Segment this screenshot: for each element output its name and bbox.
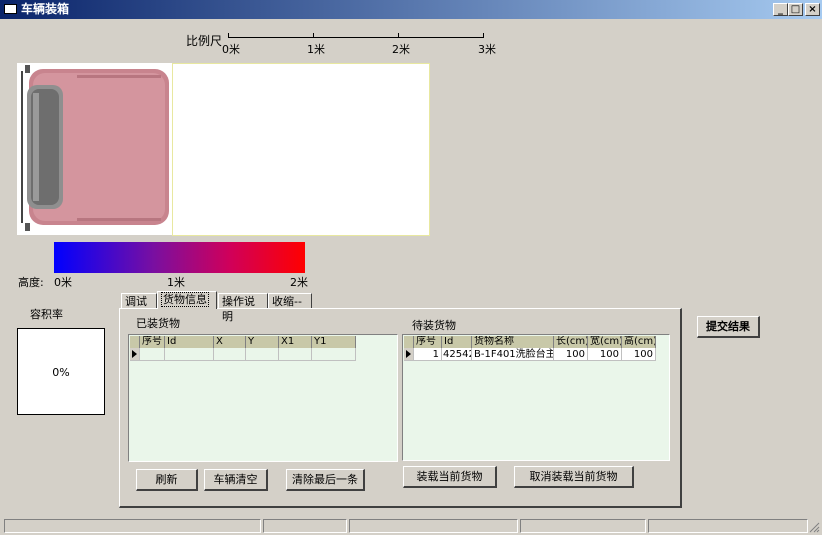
table-cell-width[interactable]: 100 [588,348,622,361]
table-cell[interactable] [279,348,312,361]
table-cell-length[interactable]: 100 [554,348,588,361]
maximize-button[interactable]: □ [788,3,803,16]
cargo-area[interactable] [172,63,430,236]
table-cell-id[interactable]: 42542 [442,348,472,361]
volume-rate-box: 0% [17,328,105,415]
row-header-corner [130,336,140,348]
column-header[interactable]: 货物名称 [472,336,554,348]
column-header[interactable]: Id [442,336,472,348]
loaded-cargo-title: 已装货物 [136,317,180,330]
table-cell[interactable] [246,348,279,361]
load-current-button[interactable]: 装载当前货物 [403,466,497,488]
column-header[interactable]: Y [246,336,279,348]
close-button[interactable]: × [805,3,820,16]
tab-cargo-info-label: 货物信息 [161,292,209,307]
column-header[interactable]: Id [165,336,214,348]
height-label: 高度: [18,276,44,289]
column-header[interactable]: 高(cm) [622,336,656,348]
clear-vehicle-button[interactable]: 车辆清空 [204,469,268,491]
pending-cargo-grid[interactable]: 序号 Id 货物名称 长(cm) 宽(cm) 高(cm) 1 42542 B-1… [402,334,670,461]
table-cell[interactable] [165,348,214,361]
volume-rate-value: 0% [52,366,70,379]
pending-grid-header: 序号 Id 货物名称 长(cm) 宽(cm) 高(cm) [404,336,656,348]
table-cell[interactable] [214,348,246,361]
pending-cargo-title: 待装货物 [412,319,456,332]
loaded-grid-header: 序号 Id X Y X1 Y1 [130,336,356,348]
cancel-load-button[interactable]: 取消装载当前货物 [514,466,634,488]
scale-tick [398,33,399,38]
column-header[interactable]: X [214,336,246,348]
submit-button[interactable]: 提交结果 [697,316,760,338]
loaded-cargo-grid[interactable]: 序号 Id X Y X1 Y1 [128,334,398,462]
height-tick-label: 2米 [290,276,308,289]
refresh-button[interactable]: 刷新 [136,469,198,491]
status-pane [4,519,261,533]
column-header[interactable]: 序号 [140,336,165,348]
table-cell[interactable] [140,348,165,361]
table-row[interactable]: 1 42542 B-1F401洗脸台主体 100 100 100 [404,348,656,361]
minimize-button[interactable]: _ [773,3,788,16]
table-row[interactable] [130,348,356,361]
truck-cab-image [21,65,169,231]
scale-tick [228,33,229,38]
status-pane [520,519,646,533]
column-header[interactable]: X1 [279,336,312,348]
scale-tick-label: 1米 [307,43,325,56]
volume-rate-label: 容积率 [30,308,63,321]
status-pane [263,519,347,533]
row-pointer-icon [404,348,414,361]
row-pointer-icon [130,348,140,361]
table-cell-height[interactable]: 100 [622,348,656,361]
tab-collapse[interactable]: 收缩-- [268,293,312,308]
scale-tick [483,33,484,38]
scale-tick-label: 3米 [478,43,496,56]
scale-tick [313,33,314,38]
scale-line [228,37,484,38]
scale-tick-label: 0米 [222,43,240,56]
window-icon [4,4,17,14]
remove-last-button[interactable]: 清除最后一条 [286,469,365,491]
column-header[interactable]: Y1 [312,336,356,348]
height-tick-label: 0米 [54,276,72,289]
tab-debug[interactable]: 调试 [121,293,157,308]
column-header[interactable]: 宽(cm) [588,336,622,348]
tab-cargo-info[interactable]: 货物信息 [157,291,217,309]
column-header[interactable]: 长(cm) [554,336,588,348]
title-bar: 车辆装箱 _ □ × [0,0,822,19]
table-cell-name[interactable]: B-1F401洗脸台主体 [472,348,554,361]
status-bar [0,517,822,535]
tab-instructions[interactable]: 操作说明 [218,293,268,323]
resize-grip-icon[interactable] [808,521,820,533]
row-header-corner [404,336,414,348]
height-tick-label: 1米 [167,276,185,289]
height-gradient [54,242,305,273]
scale-label: 比例尺 [186,34,223,48]
status-pane [648,519,808,533]
column-header[interactable]: 序号 [414,336,442,348]
window-title: 车辆装箱 [21,2,70,16]
status-pane [349,519,518,533]
scale-tick-label: 2米 [392,43,410,56]
truck-cab [17,63,173,235]
table-cell-seq[interactable]: 1 [414,348,442,361]
table-cell[interactable] [312,348,356,361]
